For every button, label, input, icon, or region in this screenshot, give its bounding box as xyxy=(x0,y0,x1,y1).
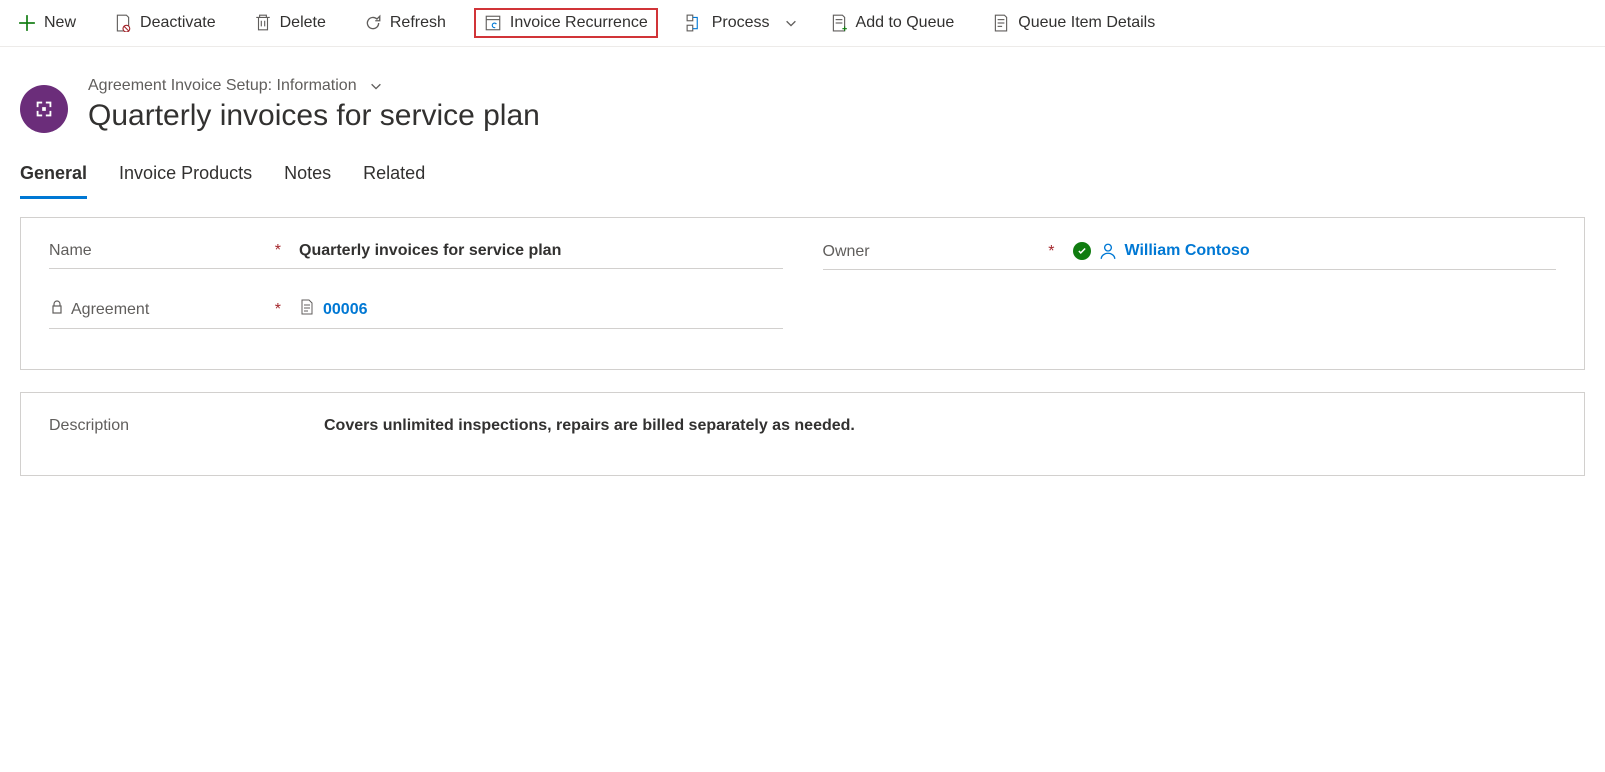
description-label: Description xyxy=(49,417,324,435)
delete-button[interactable]: Delete xyxy=(244,8,336,38)
refresh-label: Refresh xyxy=(390,14,446,32)
delete-label: Delete xyxy=(280,14,326,32)
invoice-recurrence-label: Invoice Recurrence xyxy=(510,14,648,32)
form-type-label: Agreement Invoice Setup: Information xyxy=(88,77,357,95)
lock-icon xyxy=(49,299,65,320)
deactivate-button[interactable]: Deactivate xyxy=(104,8,226,38)
person-icon xyxy=(1099,242,1117,260)
chevron-down-icon xyxy=(369,79,383,93)
process-icon xyxy=(686,14,704,32)
plus-icon xyxy=(18,14,36,32)
queue-item-details-button[interactable]: Queue Item Details xyxy=(982,8,1165,38)
form-section-general: Name * Quarterly invoices for service pl… xyxy=(20,217,1585,370)
form-section-description: Description Covers unlimited inspections… xyxy=(20,392,1585,476)
tab-notes[interactable]: Notes xyxy=(284,153,331,199)
tab-general[interactable]: General xyxy=(20,153,87,199)
owner-link[interactable]: William Contoso xyxy=(1125,242,1250,260)
process-label: Process xyxy=(712,14,770,32)
required-indicator: * xyxy=(1048,243,1072,261)
trash-icon xyxy=(254,14,272,32)
deactivate-label: Deactivate xyxy=(140,14,216,32)
record-header: Agreement Invoice Setup: Information Qua… xyxy=(0,47,1605,153)
status-check-icon xyxy=(1073,242,1091,260)
tab-bar: General Invoice Products Notes Related xyxy=(0,153,1605,199)
command-bar: New Deactivate Delete Refresh Invoice Re… xyxy=(0,0,1605,47)
queue-item-details-label: Queue Item Details xyxy=(1018,14,1155,32)
field-agreement[interactable]: Agreement * 00006 xyxy=(49,299,783,329)
invoice-recurrence-button[interactable]: Invoice Recurrence xyxy=(474,8,658,38)
name-label: Name xyxy=(49,242,92,260)
field-owner[interactable]: Owner * William Contoso xyxy=(823,242,1557,270)
refresh-icon xyxy=(364,14,382,32)
name-value: Quarterly invoices for service plan xyxy=(299,242,783,260)
add-to-queue-icon xyxy=(830,14,848,32)
record-title: Quarterly invoices for service plan xyxy=(88,99,540,133)
new-button[interactable]: New xyxy=(8,8,86,38)
process-button[interactable]: Process xyxy=(676,8,780,38)
refresh-button[interactable]: Refresh xyxy=(354,8,456,38)
document-icon xyxy=(299,299,315,320)
queue-details-icon xyxy=(992,14,1010,32)
entity-icon xyxy=(20,85,68,133)
form-selector[interactable]: Agreement Invoice Setup: Information xyxy=(88,77,540,95)
owner-label: Owner xyxy=(823,243,870,261)
add-to-queue-button[interactable]: Add to Queue xyxy=(820,8,965,38)
agreement-label: Agreement xyxy=(71,301,149,319)
calendar-recurrence-icon xyxy=(484,14,502,32)
field-name[interactable]: Name * Quarterly invoices for service pl… xyxy=(49,242,783,269)
agreement-link[interactable]: 00006 xyxy=(323,301,368,319)
deactivate-icon xyxy=(114,14,132,32)
tab-invoice-products[interactable]: Invoice Products xyxy=(119,153,252,199)
required-indicator: * xyxy=(275,301,299,319)
process-chevron-button[interactable] xyxy=(780,10,802,36)
chevron-down-icon xyxy=(784,16,798,30)
new-label: New xyxy=(44,14,76,32)
tab-related[interactable]: Related xyxy=(363,153,425,199)
add-to-queue-label: Add to Queue xyxy=(856,14,955,32)
required-indicator: * xyxy=(275,242,299,260)
description-value[interactable]: Covers unlimited inspections, repairs ar… xyxy=(324,417,1556,435)
